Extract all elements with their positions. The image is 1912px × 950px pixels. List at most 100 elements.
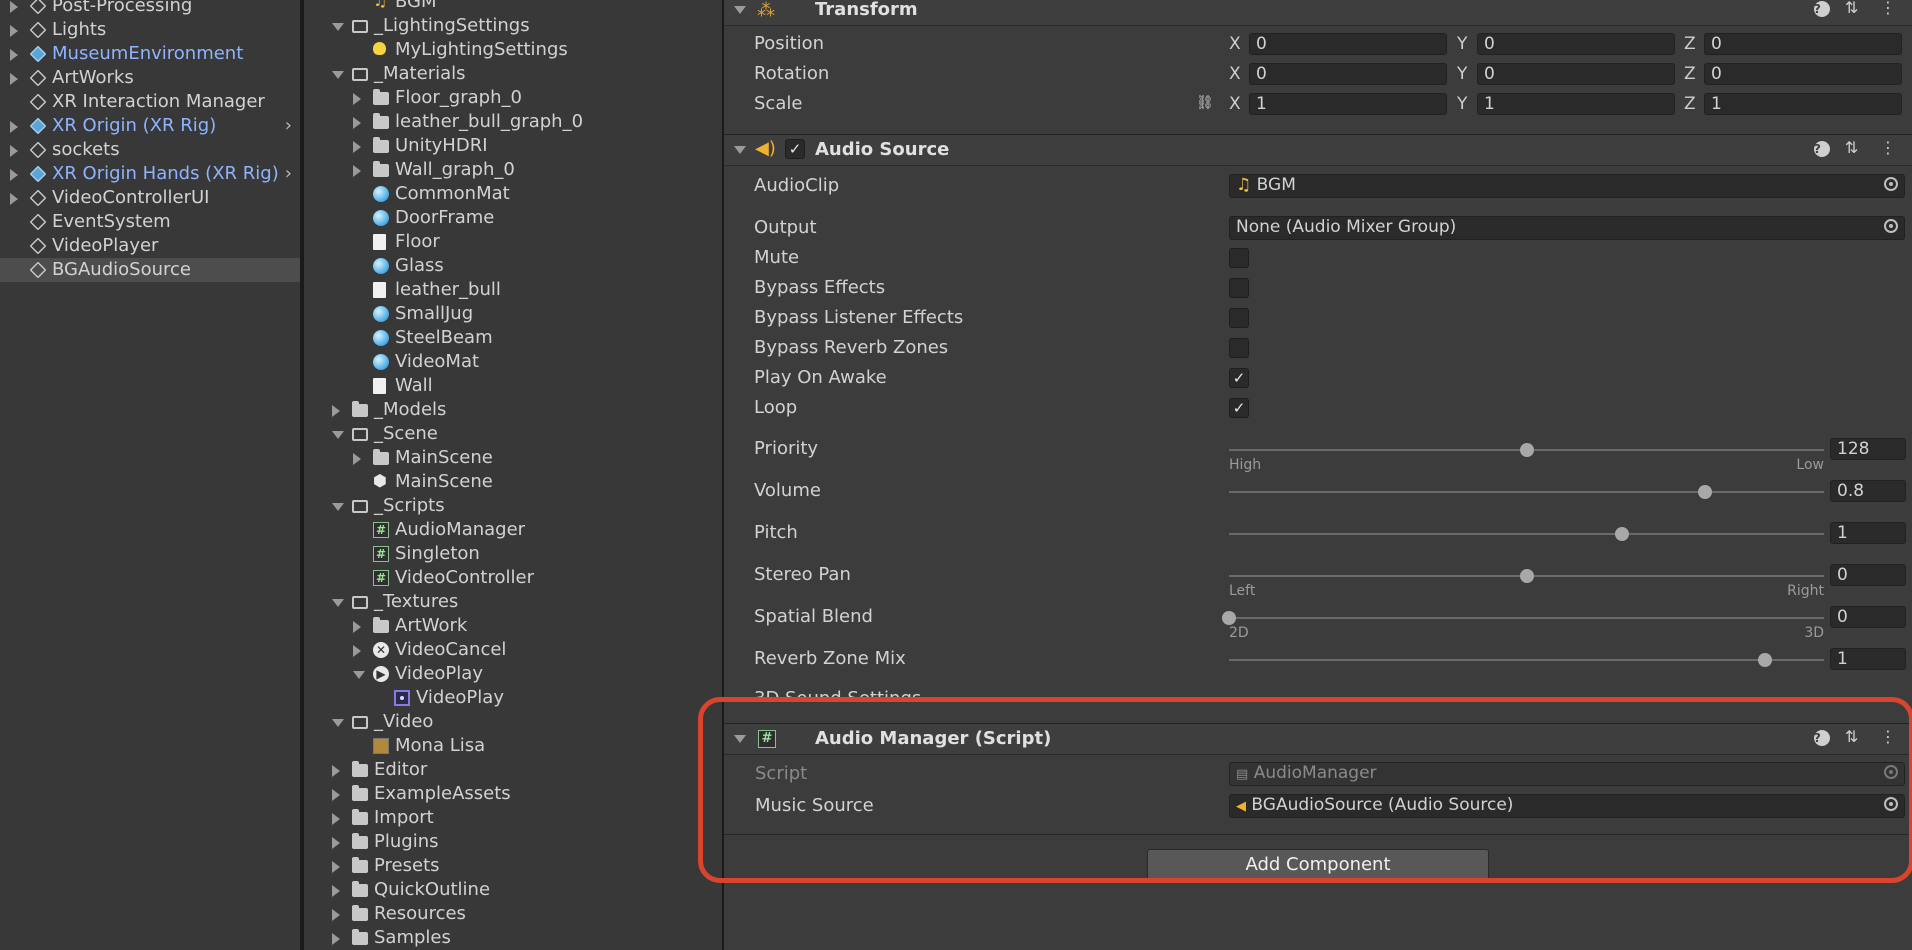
expand-arrow-icon[interactable] (332, 837, 340, 849)
collapse-arrow-icon[interactable] (332, 599, 344, 607)
presets-icon[interactable]: ⇅ (1845, 0, 1865, 17)
slider-value-field[interactable]: 0 (1830, 564, 1906, 586)
slider-value-field[interactable]: 1 (1830, 522, 1906, 544)
project-item[interactable]: Wall (304, 374, 724, 398)
expand-arrow-icon[interactable] (10, 1, 18, 13)
hierarchy-item[interactable]: Post-Processing (0, 0, 300, 18)
project-item[interactable]: _Models (304, 398, 724, 422)
project-item[interactable]: # VideoController (304, 566, 724, 590)
kebab-menu-icon[interactable]: ⋮ (1880, 138, 1900, 157)
project-item[interactable]: MainScene (304, 446, 724, 470)
project-item[interactable]: leather_bull (304, 278, 724, 302)
rotation-y-field[interactable]: 0 (1477, 63, 1675, 85)
expand-arrow-icon[interactable] (10, 121, 18, 133)
project-item[interactable]: # Singleton (304, 542, 724, 566)
slider-thumb[interactable] (1222, 611, 1236, 625)
expand-arrow-icon[interactable] (332, 789, 340, 801)
expand-arrow-icon[interactable] (332, 861, 340, 873)
expand-arrow-icon[interactable] (353, 621, 361, 633)
project-item[interactable]: CommonMat (304, 182, 724, 206)
project-item[interactable]: _Scripts (304, 494, 724, 518)
project-item[interactable]: Mona Lisa (304, 734, 724, 758)
slider-value-field[interactable]: 1 (1830, 648, 1906, 670)
position-y-field[interactable]: 0 (1477, 33, 1675, 55)
hierarchy-item[interactable]: XR Origin (XR Rig) › (0, 114, 300, 138)
slider-track[interactable] (1229, 617, 1824, 619)
expand-arrow-icon[interactable] (353, 141, 361, 153)
hierarchy-item[interactable]: EventSystem (0, 210, 300, 234)
hierarchy-item[interactable]: ArtWorks (0, 66, 300, 90)
expand-arrow-icon[interactable] (332, 813, 340, 825)
hierarchy-item[interactable]: sockets (0, 138, 300, 162)
expand-arrow-icon[interactable] (10, 73, 18, 85)
chevron-right-icon[interactable]: › (285, 162, 292, 186)
object-picker-icon[interactable] (1884, 177, 1898, 191)
project-item[interactable]: Floor (304, 230, 724, 254)
slider-thumb[interactable] (1698, 485, 1712, 499)
slider-track[interactable] (1229, 491, 1824, 493)
project-item[interactable]: UnityHDRI (304, 134, 724, 158)
project-item[interactable]: Glass (304, 254, 724, 278)
kebab-menu-icon[interactable]: ⋮ (1880, 0, 1900, 17)
toggle-checkbox[interactable] (1229, 308, 1249, 328)
project-item[interactable]: Import (304, 806, 724, 830)
slider-value-field[interactable]: 128 (1830, 438, 1906, 460)
project-item[interactable]: _Textures (304, 590, 724, 614)
hierarchy-item[interactable]: XR Origin Hands (XR Rig) › (0, 162, 300, 186)
hierarchy-item[interactable]: MuseumEnvironment (0, 42, 300, 66)
project-item[interactable]: Samples (304, 926, 724, 950)
audio-source-foldout-arrow[interactable] (734, 146, 746, 154)
project-item[interactable]: # AudioManager (304, 518, 724, 542)
hierarchy-item[interactable]: VideoControllerUI (0, 186, 300, 210)
object-picker-icon[interactable] (1884, 219, 1898, 233)
project-item[interactable]: Editor (304, 758, 724, 782)
expand-arrow-icon[interactable] (332, 909, 340, 921)
project-item[interactable]: MyLightingSettings (304, 38, 724, 62)
transform-header[interactable]: ⁂ Transform ? ⇅ ⋮ (724, 0, 1912, 26)
help-icon[interactable]: ? (1813, 1, 1830, 17)
slider-value-field[interactable]: 0.8 (1830, 480, 1906, 502)
project-item[interactable]: SmallJug (304, 302, 724, 326)
presets-icon[interactable]: ⇅ (1845, 138, 1865, 157)
project-item[interactable]: ArtWork (304, 614, 724, 638)
scale-y-field[interactable]: 1 (1477, 93, 1675, 115)
expand-arrow-icon[interactable] (353, 165, 361, 177)
expand-arrow-icon[interactable] (353, 117, 361, 129)
chevron-right-icon[interactable]: › (285, 114, 292, 138)
collapse-arrow-icon[interactable] (332, 431, 344, 439)
project-item[interactable]: VideoMat (304, 350, 724, 374)
project-item[interactable]: VideoPlay (304, 686, 724, 710)
project-item[interactable]: Wall_graph_0 (304, 158, 724, 182)
expand-arrow-icon[interactable] (353, 93, 361, 105)
collapse-arrow-icon[interactable] (353, 671, 365, 679)
project-item[interactable]: SteelBeam (304, 326, 724, 350)
toggle-checkbox[interactable] (1229, 248, 1249, 268)
scale-x-field[interactable]: 1 (1249, 93, 1447, 115)
expand-arrow-icon[interactable] (332, 933, 340, 945)
project-item[interactable]: Plugins (304, 830, 724, 854)
project-item[interactable]: ExampleAssets (304, 782, 724, 806)
rotation-x-field[interactable]: 0 (1249, 63, 1447, 85)
hierarchy-item[interactable]: VideoPlayer (0, 234, 300, 258)
expand-arrow-icon[interactable] (353, 645, 361, 657)
output-field[interactable]: None (Audio Mixer Group) (1229, 216, 1905, 240)
project-item[interactable]: _Materials (304, 62, 724, 86)
collapse-arrow-icon[interactable] (332, 503, 344, 511)
slider-thumb[interactable] (1614, 527, 1629, 541)
project-item[interactable]: ▶ VideoPlay (304, 662, 724, 686)
audio-source-header[interactable]: ◀) ✓ Audio Source ? ⇅ ⋮ (724, 134, 1912, 166)
project-item[interactable]: _LightingSettings (304, 14, 724, 38)
project-item[interactable]: QuickOutline (304, 878, 724, 902)
position-z-field[interactable]: 0 (1704, 33, 1902, 55)
expand-arrow-icon[interactable] (10, 193, 18, 205)
slider-thumb[interactable] (1519, 443, 1534, 457)
project-item[interactable]: DoorFrame (304, 206, 724, 230)
collapse-arrow-icon[interactable] (332, 23, 344, 31)
hierarchy-item[interactable]: BGAudioSource (0, 258, 300, 282)
project-item[interactable]: _Video (304, 710, 724, 734)
project-item[interactable]: ⬢ MainScene (304, 470, 724, 494)
expand-arrow-icon[interactable] (10, 25, 18, 37)
rotation-z-field[interactable]: 0 (1704, 63, 1902, 85)
slider-value-field[interactable]: 0 (1830, 606, 1906, 628)
collapse-arrow-icon[interactable] (332, 71, 344, 79)
